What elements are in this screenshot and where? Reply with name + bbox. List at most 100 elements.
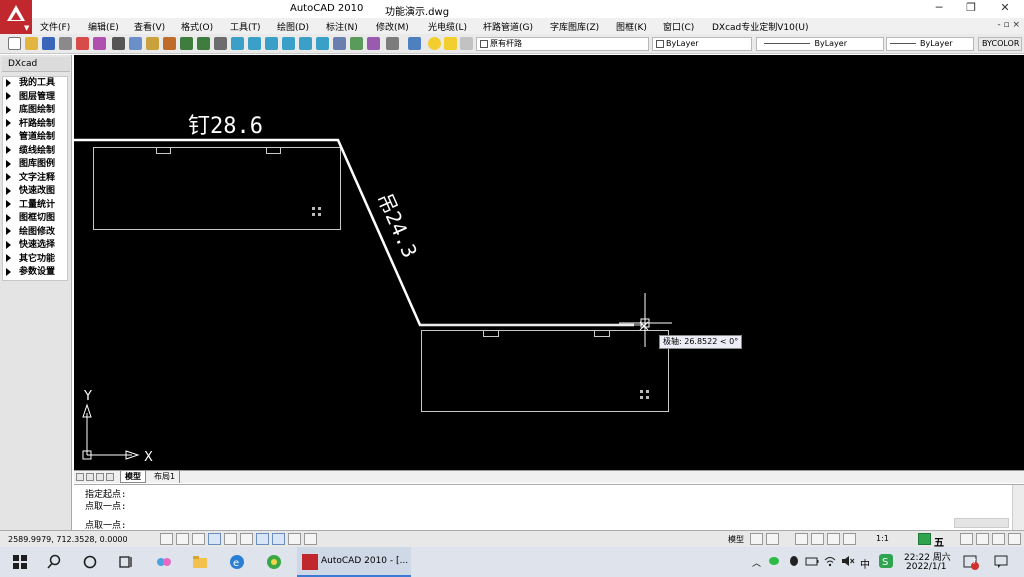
qq-tray-icon[interactable] <box>787 554 801 570</box>
zoom-status-icon[interactable] <box>811 533 824 545</box>
restore-button[interactable]: ❐ <box>954 0 988 18</box>
drawing-canvas[interactable]: 钉28.6 吊24.3 Y X 极轴: 26.8522 < 0° <box>74 55 1024 470</box>
zoom-extents-icon[interactable] <box>316 37 329 50</box>
command-vertical-scrollbar[interactable] <box>1012 485 1024 531</box>
plot-preview-icon[interactable] <box>76 37 89 50</box>
menu-dxcad[interactable]: DXcad专业定制V10(U) <box>712 20 809 33</box>
layer-manager-icon[interactable] <box>408 37 421 50</box>
zoom-in-icon[interactable] <box>282 37 295 50</box>
pan-status-icon[interactable] <box>795 533 808 545</box>
menu-format[interactable]: 格式(O) <box>181 20 213 33</box>
model-space-button[interactable]: 模型 <box>728 534 744 545</box>
tab-last-icon[interactable] <box>106 473 114 481</box>
color-dropdown[interactable]: ByLayer <box>652 37 752 51</box>
panel-item-frame-cut[interactable]: 图框切图 <box>3 212 67 226</box>
layout-view-button[interactable] <box>750 533 763 545</box>
menu-pole-pipe[interactable]: 杆路管道(G) <box>483 20 533 33</box>
wechat-tray-icon[interactable] <box>768 554 782 570</box>
ducs-button[interactable] <box>256 533 269 545</box>
quick-view-button[interactable] <box>766 533 779 545</box>
properties-icon[interactable] <box>333 37 346 50</box>
panel-item-other[interactable]: 其它功能 <box>3 253 67 267</box>
cable-label-2[interactable]: 吊24.3 <box>372 189 422 261</box>
menu-dimension[interactable]: 标注(N) <box>326 20 358 33</box>
autocad-logo-icon[interactable]: ▼ <box>0 0 32 34</box>
menu-window[interactable]: 窗口(C) <box>663 20 694 33</box>
quick-properties-button[interactable] <box>304 533 317 545</box>
copy-icon[interactable] <box>129 37 142 50</box>
menu-optical-cable[interactable]: 光电缆(L) <box>428 20 467 33</box>
tab-model[interactable]: 模型 <box>120 471 146 483</box>
new-file-icon[interactable] <box>8 37 21 50</box>
layer-lock-icon[interactable] <box>460 37 473 50</box>
news-widget-icon[interactable] <box>963 554 979 570</box>
polar-tracking-button[interactable] <box>208 533 221 545</box>
panel-item-text-note[interactable]: 文字注释 <box>3 172 67 186</box>
search-icon[interactable] <box>46 554 62 570</box>
command-window[interactable]: 指定起点: 点取一点: 点取一点: <box>74 484 1024 531</box>
edge-browser-icon[interactable]: e <box>229 554 245 570</box>
sogou-tray-icon[interactable]: S <box>879 554 893 570</box>
taskbar-date[interactable]: 2022/1/1 <box>906 562 946 572</box>
task-view-icon[interactable] <box>117 554 133 570</box>
redo-icon[interactable] <box>197 37 210 50</box>
battery-icon[interactable] <box>805 554 819 570</box>
object-snap-button[interactable] <box>224 533 237 545</box>
panel-item-draw-modify[interactable]: 绘图修改 <box>3 226 67 240</box>
panel-item-settings[interactable]: 参数设置 <box>3 266 67 280</box>
taskbar-autocad-button[interactable]: AutoCAD 2010 - [... <box>297 547 411 577</box>
panel-item-my-tools[interactable]: 我的工具 <box>3 77 67 91</box>
help-icon[interactable] <box>386 37 399 50</box>
panel-item-quantity[interactable]: 工量统计 <box>3 199 67 213</box>
linetype-dropdown[interactable]: ByLayer <box>756 37 884 51</box>
pan-icon[interactable] <box>214 37 227 50</box>
menu-view[interactable]: 查看(V) <box>134 20 165 33</box>
wifi-icon[interactable] <box>823 554 837 570</box>
panel-item-quick-select[interactable]: 快速选择 <box>3 239 67 253</box>
cut-icon[interactable] <box>112 37 125 50</box>
layer-freeze-icon[interactable] <box>444 37 457 50</box>
command-horizontal-scrollbar[interactable] <box>954 518 1009 528</box>
menu-tools[interactable]: 工具(T) <box>230 20 261 33</box>
action-center-icon[interactable] <box>993 554 1009 570</box>
print-icon[interactable] <box>59 37 72 50</box>
panel-item-pipe-draw[interactable]: 管道绘制 <box>3 131 67 145</box>
grid-display-button[interactable] <box>176 533 189 545</box>
layer-on-icon[interactable] <box>428 37 441 50</box>
paste-icon[interactable] <box>146 37 159 50</box>
tab-layout1[interactable]: 布局1 <box>150 471 181 483</box>
panel-item-legend[interactable]: 图库图例 <box>3 158 67 172</box>
tray-expand-icon[interactable]: ︿ <box>752 556 761 569</box>
menu-modify[interactable]: 修改(M) <box>376 20 409 33</box>
ime-keyboard-icon[interactable] <box>976 533 989 545</box>
match-properties-icon[interactable] <box>163 37 176 50</box>
panel-item-base-map[interactable]: 底图绘制 <box>3 104 67 118</box>
design-center-icon[interactable] <box>350 37 363 50</box>
panel-item-layer-manage[interactable]: 图层管理 <box>3 91 67 105</box>
file-explorer-icon[interactable] <box>192 554 208 570</box>
ime-skin-icon[interactable] <box>1008 533 1021 545</box>
annotation-scale[interactable]: 1:1 <box>876 534 889 543</box>
close-button[interactable]: ✕ <box>988 0 1022 18</box>
ime-punctuation-icon[interactable] <box>960 533 973 545</box>
showmotion-icon[interactable] <box>843 533 856 545</box>
dynamic-input-button[interactable] <box>272 533 285 545</box>
panel-item-cable-draw[interactable]: 缆线绘制 <box>3 145 67 159</box>
cable-route-line[interactable] <box>74 138 634 327</box>
publish-icon[interactable] <box>93 37 106 50</box>
zoom-realtime-icon[interactable] <box>231 37 244 50</box>
menu-file[interactable]: 文件(F) <box>40 20 70 33</box>
building-outline-2[interactable] <box>421 330 669 412</box>
layer-dropdown[interactable]: 原有杆路 <box>476 37 649 51</box>
zoom-previous-icon[interactable] <box>265 37 278 50</box>
app-store-icon[interactable] <box>156 554 172 570</box>
menu-edit[interactable]: 编辑(E) <box>88 20 119 33</box>
panel-item-quick-edit[interactable]: 快速改图 <box>3 185 67 199</box>
open-folder-icon[interactable] <box>25 37 38 50</box>
save-icon[interactable] <box>42 37 55 50</box>
osnap-tracking-button[interactable] <box>240 533 253 545</box>
browser-360-icon[interactable] <box>266 554 282 570</box>
menu-draw[interactable]: 绘图(D) <box>277 20 309 33</box>
volume-muted-icon[interactable] <box>841 554 855 570</box>
windows-start-icon[interactable] <box>12 554 28 570</box>
